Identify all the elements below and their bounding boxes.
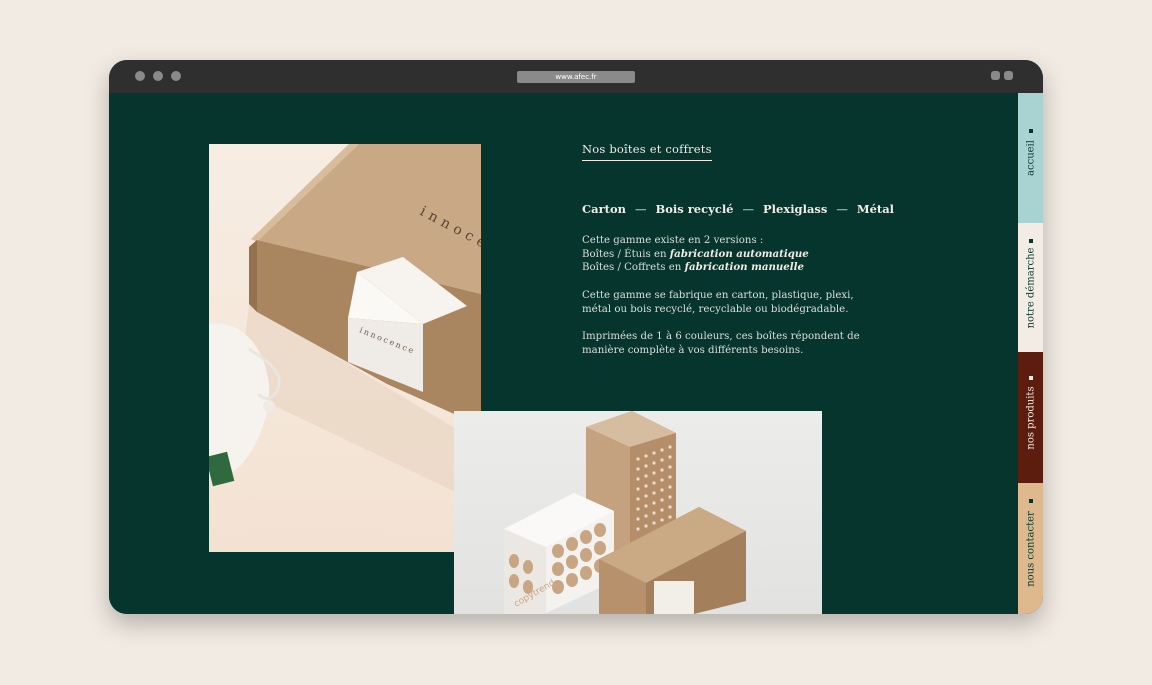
- product-photo-boxes: copytrend: [454, 411, 822, 614]
- material-item: Carton: [582, 202, 627, 216]
- window-maximize-dot[interactable]: [171, 71, 181, 81]
- side-navigation: accueil notre démarche nos produits nous…: [1018, 93, 1043, 614]
- nav-tab-nous-contacter[interactable]: nous contacter: [1018, 483, 1043, 614]
- material-separator: —: [742, 202, 755, 216]
- version-line: Boîtes / Coffrets en fabrication manuell…: [582, 261, 804, 274]
- product-photo-mailer-box: innocence innocence: [209, 144, 481, 552]
- nav-tab-label: nous contacter: [1025, 510, 1036, 587]
- browser-titlebar: www.afec.fr: [109, 60, 1043, 93]
- nav-tab-label: accueil: [1025, 140, 1036, 176]
- versions-intro: Cette gamme existe en 2 versions :: [582, 235, 764, 246]
- nav-tab-label: nos produits: [1025, 385, 1036, 450]
- material-item: Plexiglass: [763, 202, 828, 216]
- material-separator: —: [836, 202, 848, 216]
- nav-square-icon: [1029, 239, 1033, 243]
- browser-window: www.afec.fr innocence i: [109, 60, 1043, 614]
- browser-button[interactable]: [1004, 71, 1013, 80]
- nav-square-icon: [1029, 499, 1033, 503]
- nav-square-icon: [1029, 376, 1033, 380]
- materials-list: Carton — Bois recyclé — Plexiglass — Métal: [582, 202, 894, 216]
- printing-paragraph: Imprimées de 1 à 6 couleurs, ces boîtes …: [582, 331, 860, 356]
- page-content: innocence innocence: [109, 93, 1018, 614]
- material-item: Bois recyclé: [655, 202, 734, 216]
- address-bar[interactable]: www.afec.fr: [517, 71, 635, 83]
- browser-button[interactable]: [991, 71, 1000, 80]
- window-close-dot[interactable]: [135, 71, 145, 81]
- nav-square-icon: [1029, 129, 1033, 133]
- version-line: Boîtes / Étuis en fabrication automatiqu…: [582, 247, 809, 260]
- versions-paragraph: Cette gamme existe en 2 versions : Boîte…: [582, 234, 882, 275]
- section-title: Nos boîtes et coffrets: [582, 142, 712, 161]
- nav-tab-notre-demarche[interactable]: notre démarche: [1018, 223, 1043, 352]
- nav-tab-label: notre démarche: [1025, 247, 1036, 328]
- material-item: Métal: [856, 202, 895, 216]
- nav-tab-accueil[interactable]: accueil: [1018, 93, 1043, 223]
- nav-tab-nos-produits[interactable]: nos produits: [1018, 352, 1043, 483]
- window-minimize-dot[interactable]: [153, 71, 163, 81]
- material-separator: —: [635, 202, 647, 216]
- materials-paragraph: Cette gamme se fabrique en carton, plast…: [582, 290, 854, 315]
